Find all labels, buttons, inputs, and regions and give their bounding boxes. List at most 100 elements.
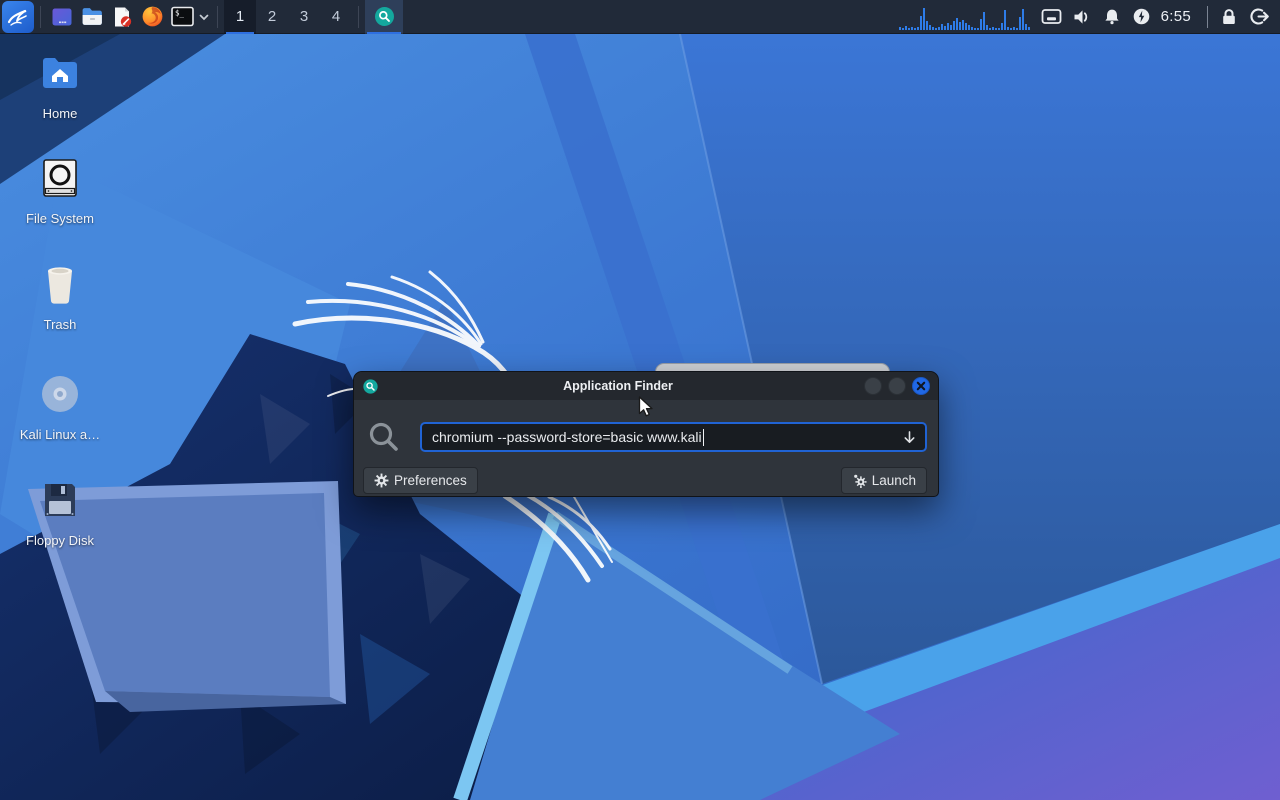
- cpu-graph-bar: [941, 24, 943, 30]
- launch-gear-icon: [852, 473, 867, 488]
- application-finder-window: Application Finder chromium --password-s…: [353, 371, 939, 497]
- panel-separator: [358, 6, 359, 28]
- maximize-button[interactable]: [888, 377, 906, 395]
- power-manager-icon: [1132, 7, 1151, 26]
- kali-menu-button[interactable]: [2, 1, 34, 33]
- cpu-graph-bar: [947, 23, 949, 30]
- workspace-2-label: 2: [268, 8, 276, 25]
- file-manager-icon: [80, 4, 105, 29]
- dock-window-icon: [50, 5, 74, 29]
- panel-separator: [40, 6, 41, 28]
- close-button[interactable]: [912, 377, 930, 395]
- cpu-graph-bar: [950, 25, 952, 30]
- desktop-icon-label: Home: [43, 106, 78, 121]
- network-tray-button[interactable]: [1037, 0, 1067, 34]
- launcher-text-editor[interactable]: [107, 1, 137, 33]
- launch-button[interactable]: Launch: [841, 467, 927, 494]
- desktop-icon-label: Trash: [44, 317, 77, 332]
- cpu-graph-bar: [1007, 27, 1009, 30]
- launcher-terminal[interactable]: $_: [167, 1, 197, 33]
- notifications-tray-button[interactable]: [1097, 0, 1127, 34]
- workspace-1[interactable]: 1: [224, 0, 256, 34]
- cpu-graph-bar: [914, 28, 916, 30]
- preferences-label: Preferences: [394, 473, 467, 488]
- cpu-graph-bar: [977, 28, 979, 30]
- cpu-graph-bar: [920, 16, 922, 30]
- preferences-button[interactable]: Preferences: [363, 467, 478, 494]
- launcher-file-manager[interactable]: [77, 1, 107, 33]
- desktop-icon-trash[interactable]: Trash: [12, 263, 108, 332]
- cpu-graph-bar: [956, 18, 958, 30]
- desktop-icon-floppy-disk[interactable]: Floppy Disk: [12, 479, 108, 548]
- minimize-button[interactable]: [864, 377, 882, 395]
- cpu-graph-bar: [932, 27, 934, 30]
- cpu-graph[interactable]: [899, 2, 1031, 30]
- launcher-firefox[interactable]: [137, 1, 167, 33]
- volume-tray-button[interactable]: [1067, 0, 1097, 34]
- notifications-bell-icon: [1102, 7, 1122, 27]
- gear-icon: [374, 473, 389, 488]
- desktop-icon-kali-linux[interactable]: Kali Linux a…: [12, 373, 108, 442]
- dropdown-arrow-button[interactable]: [902, 430, 917, 445]
- search-icon: [367, 420, 401, 454]
- cpu-graph-bar: [965, 23, 967, 30]
- kali-logo-icon: [6, 5, 30, 29]
- cpu-graph-bar: [899, 27, 901, 30]
- power-manager-tray-button[interactable]: [1127, 0, 1157, 34]
- cpu-graph-bar: [1013, 27, 1015, 30]
- svg-text:$_: $_: [175, 9, 185, 18]
- cpu-graph-bar: [1019, 17, 1021, 30]
- terminal-icon: $_: [170, 4, 195, 29]
- cpu-graph-bar: [938, 27, 940, 30]
- application-finder-icon: [363, 379, 378, 394]
- workspace-2[interactable]: 2: [256, 0, 288, 34]
- text-editor-icon: [110, 5, 134, 29]
- cpu-graph-bar: [911, 27, 913, 30]
- cpu-graph-bar: [959, 22, 961, 30]
- cpu-graph-bar: [917, 27, 919, 30]
- cpu-graph-bar: [944, 26, 946, 30]
- kali-desktop: $_ 1 2 3 4: [0, 0, 1280, 800]
- cpu-graph-bar: [923, 8, 925, 30]
- cpu-graph-bar: [1028, 27, 1030, 30]
- cpu-graph-bar: [1001, 23, 1003, 30]
- desktop-icon-label: File System: [26, 211, 94, 226]
- lock-screen-button[interactable]: [1214, 0, 1244, 34]
- cpu-graph-bar: [995, 28, 997, 30]
- cpu-graph-bar: [905, 26, 907, 30]
- cpu-graph-bar: [902, 28, 904, 30]
- workspace-4[interactable]: 4: [320, 0, 352, 34]
- cpu-graph-bar: [962, 20, 964, 30]
- cpu-graph-bar: [989, 28, 991, 30]
- logout-button[interactable]: [1244, 0, 1274, 34]
- lock-icon: [1219, 7, 1239, 27]
- cpu-graph-bar: [980, 19, 982, 30]
- cpu-graph-bar: [908, 28, 910, 30]
- search-input[interactable]: chromium --password-store=basic www.kali: [420, 422, 927, 452]
- cpu-graph-bar: [1016, 28, 1018, 30]
- workspace-3[interactable]: 3: [288, 0, 320, 34]
- cpu-graph-bar: [935, 28, 937, 30]
- desktop-icon-label: Kali Linux a…: [20, 427, 100, 442]
- cpu-graph-bar: [1004, 10, 1006, 30]
- network-icon: [1041, 8, 1062, 26]
- launcher-dock-window[interactable]: [47, 1, 77, 33]
- search-input-value: chromium --password-store=basic www.kali: [432, 429, 702, 445]
- desktop-icon-file-system[interactable]: File System: [12, 157, 108, 226]
- cpu-graph-bar: [926, 21, 928, 30]
- launcher-menu-chevron[interactable]: [197, 1, 211, 33]
- cpu-graph-bar: [974, 28, 976, 30]
- mouse-cursor: [638, 396, 654, 418]
- desktop-icon-home[interactable]: Home: [12, 52, 108, 121]
- application-finder-icon: [374, 6, 395, 27]
- trash-icon: [42, 263, 78, 305]
- panel-separator: [217, 6, 218, 28]
- cpu-graph-bar: [983, 12, 985, 30]
- taskbar-application-finder[interactable]: [365, 0, 403, 34]
- text-caret: [703, 429, 705, 446]
- volume-icon: [1071, 7, 1092, 27]
- cdrom-disc-icon: [40, 374, 80, 414]
- clock[interactable]: 6:55: [1157, 8, 1201, 25]
- close-icon: [916, 381, 926, 391]
- desktop-icon-label: Floppy Disk: [26, 533, 94, 548]
